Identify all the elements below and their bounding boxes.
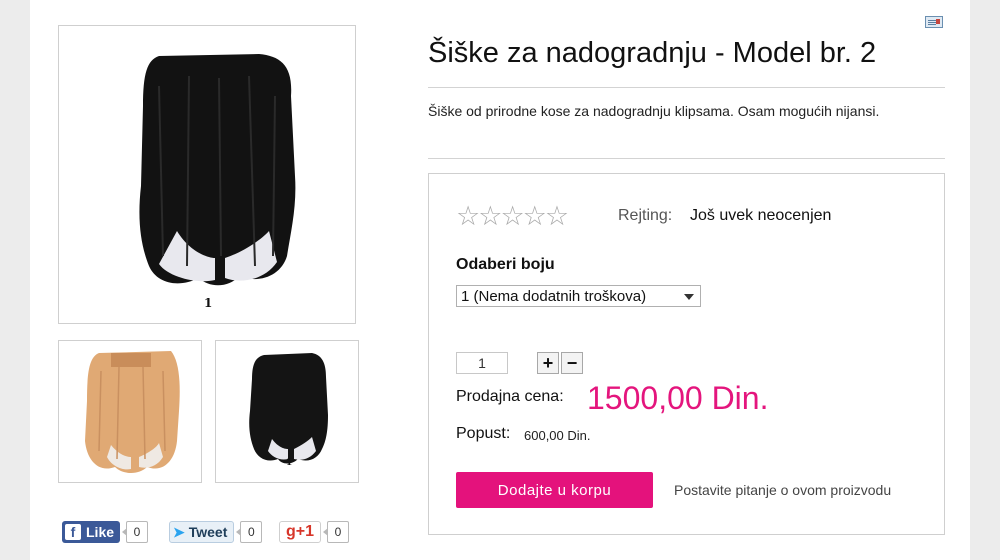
hair-bangs-dark-image: [139, 54, 296, 286]
star-icon[interactable]: ☆: [545, 201, 569, 231]
hair-bangs-blonde-image: [85, 351, 180, 473]
star-icon[interactable]: ☆: [523, 201, 547, 231]
product-description: Šiške od prirodne kose za nadogradnju kl…: [428, 103, 880, 119]
price-value: 1500,00 Din.: [587, 380, 769, 416]
discount-label: Popust:: [456, 425, 511, 442]
twitter-bird-icon: ➤: [173, 523, 185, 540]
rating-stars[interactable]: ☆ ☆ ☆ ☆ ☆: [456, 201, 569, 231]
rating-label: Rejting:: [618, 207, 673, 224]
ask-question-link[interactable]: Postavite pitanje o ovom proizvodu: [674, 482, 891, 498]
google-plus-label: g+1: [286, 523, 315, 540]
product-title: Šiške za nadogradnju - Model br. 2: [428, 37, 877, 69]
tweet-button[interactable]: ➤ Tweet: [169, 521, 235, 543]
twitter-tweet-widget[interactable]: ➤ Tweet 0: [169, 520, 263, 544]
color-select[interactable]: 1 (Nema dodatnih troškova): [456, 285, 701, 307]
tweet-count: 0: [236, 521, 263, 543]
image-caption: 1: [286, 458, 293, 468]
price-label: Prodajna cena:: [456, 388, 564, 405]
facebook-icon: f: [65, 524, 81, 540]
facebook-like-label: Like: [86, 524, 115, 540]
quantity-decrease-button[interactable]: −: [561, 352, 583, 374]
chevron-down-icon: [684, 294, 694, 300]
google-plus-count: 0: [323, 521, 350, 543]
star-icon[interactable]: ☆: [456, 201, 480, 231]
star-icon[interactable]: ☆: [500, 201, 524, 231]
quantity-increase-button[interactable]: +: [537, 352, 559, 374]
facebook-like-count: 0: [122, 521, 149, 543]
tweet-label: Tweet: [188, 524, 228, 540]
divider: [428, 158, 945, 159]
rating-value: Još uvek neocenjen: [690, 207, 832, 224]
color-select-value: 1 (Nema dodatnih troškova): [461, 287, 647, 305]
facebook-like-button[interactable]: f Like: [62, 521, 121, 543]
image-caption: 1: [204, 296, 213, 310]
thumbnail-dark[interactable]: 1: [215, 340, 359, 483]
main-product-image[interactable]: 1: [58, 25, 356, 324]
quantity-input[interactable]: [456, 352, 508, 374]
add-to-cart-button[interactable]: Dodajte u korpu: [456, 472, 653, 508]
google-plus-button[interactable]: g+1: [279, 521, 322, 543]
color-option-label: Odaberi boju: [456, 256, 555, 273]
thumbnail-blonde[interactable]: [58, 340, 202, 483]
facebook-like-widget[interactable]: f Like 0: [62, 520, 149, 544]
discount-value: 600,00 Din.: [524, 428, 591, 443]
google-plus-widget[interactable]: g+1 0: [279, 520, 350, 544]
divider: [428, 87, 945, 88]
star-icon[interactable]: ☆: [478, 201, 502, 231]
email-icon[interactable]: [925, 16, 943, 28]
